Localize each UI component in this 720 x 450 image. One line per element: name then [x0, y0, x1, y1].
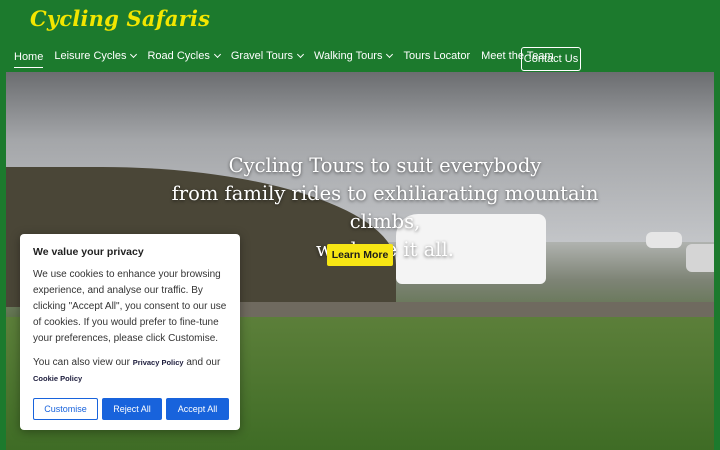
nav-item-label: Walking Tours	[314, 50, 383, 62]
nav-item-label: Tours Locator	[403, 50, 471, 62]
contact-us-button[interactable]: Contact Us	[521, 47, 581, 71]
accept-all-button[interactable]: Accept All	[166, 398, 229, 420]
hero-car-image	[686, 244, 714, 272]
cookie-policy-link[interactable]: Cookie Policy	[33, 374, 82, 383]
nav-item-label: Leisure Cycles	[54, 50, 127, 62]
chevron-down-icon	[213, 50, 221, 59]
learn-more-button[interactable]: Learn More	[327, 244, 393, 266]
chevron-down-icon	[296, 50, 305, 59]
nav-item-gravel-tours[interactable]: Gravel Tours	[230, 46, 305, 66]
hero-line-1: Cycling Tours to suit everybody	[228, 154, 542, 177]
chevron-down-icon	[386, 50, 394, 59]
reject-all-button[interactable]: Reject All	[102, 398, 162, 420]
nav-item-label: Gravel Tours	[230, 50, 293, 62]
site-logo[interactable]: Cycling Safaris	[30, 6, 210, 31]
nav-item-walking-tours[interactable]: Walking Tours	[314, 46, 394, 66]
nav-item-tours-locator[interactable]: Tours Locator	[403, 46, 470, 66]
nav-item-leisure-cycles[interactable]: Leisure Cycles	[54, 46, 138, 66]
nav-item-road-cycles[interactable]: Road Cycles	[147, 46, 221, 66]
nav-item-home[interactable]: Home	[14, 46, 44, 68]
main-nav: Home Leisure Cycles Road Cycles Gravel T…	[14, 46, 565, 72]
hero-car-image	[646, 232, 682, 248]
hero-line-2: from family rides to exhiliarating mount…	[171, 182, 599, 233]
cookie-title: We value your privacy	[33, 246, 144, 258]
cookie-buttons: Customise Reject All Accept All	[33, 398, 229, 420]
nav-item-label: Road Cycles	[147, 50, 210, 62]
cookie-consent-banner: We value your privacy We use cookies to …	[20, 234, 240, 430]
chevron-down-icon	[130, 50, 138, 59]
customise-button[interactable]: Customise	[33, 398, 98, 420]
cookie-policy-text: You can also view our Privacy Policy and…	[33, 355, 227, 387]
cookie-description: We use cookies to enhance your browsing …	[33, 269, 227, 344]
site-header: Cycling Safaris Home Leisure Cycles Road…	[0, 0, 720, 72]
privacy-policy-link[interactable]: Privacy Policy	[133, 358, 184, 367]
nav-item-label: Home	[14, 50, 44, 63]
policy-prefix: You can also view our	[33, 357, 130, 368]
policy-and: and our	[186, 357, 221, 368]
